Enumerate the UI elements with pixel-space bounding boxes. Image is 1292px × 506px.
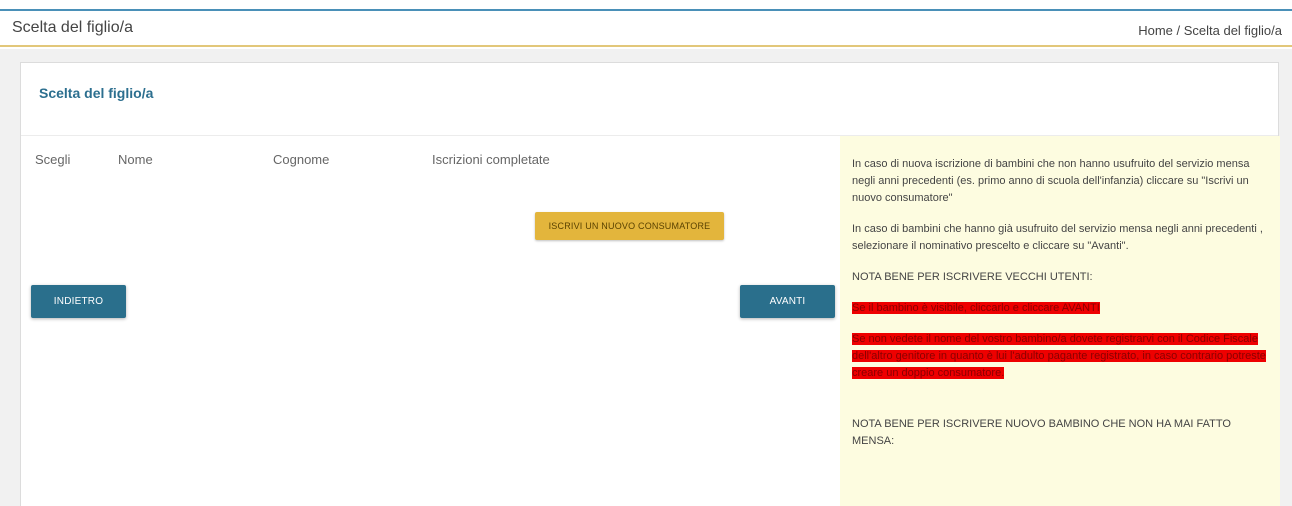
add-new-consumer-button[interactable]: ISCRIVI UN NUOVO CONSUMATORE — [535, 212, 724, 240]
warning-other-parent: Se non vedete il nome del vostro bambino… — [852, 333, 1266, 379]
info-paragraph-returning: In caso di bambini che hanno già usufrui… — [852, 223, 1263, 252]
child-selection-panel: Scelta del figlio/a Scegli Nome Cognome … — [20, 62, 1280, 506]
note-new-child-heading: NOTA BENE PER ISCRIVERE NUOVO BAMBINO CH… — [852, 418, 1231, 447]
page-header: Scelta del figlio/a Home / Scelta del fi… — [0, 11, 1292, 47]
column-header-choose: Scegli — [35, 152, 71, 167]
next-button[interactable]: AVANTI — [740, 285, 835, 318]
panel-header: Scelta del figlio/a — [21, 63, 1278, 136]
back-button[interactable]: INDIETRO — [31, 285, 126, 318]
breadcrumb[interactable]: Home / Scelta del figlio/a — [1138, 23, 1282, 38]
panel-title: Scelta del figlio/a — [39, 85, 154, 101]
column-header-completed: Iscrizioni completate — [432, 152, 550, 167]
info-paragraph-new: In caso di nuova iscrizione di bambini c… — [852, 158, 1250, 204]
page-title: Scelta del figlio/a — [12, 19, 133, 36]
info-note-box: In caso di nuova iscrizione di bambini c… — [840, 136, 1280, 506]
column-header-surname: Cognome — [273, 152, 330, 167]
column-header-name: Nome — [118, 152, 153, 167]
note-old-users-heading: NOTA BENE PER ISCRIVERE VECCHI UTENTI: — [852, 271, 1093, 283]
warning-visible-child: Se il bambino è visibile, cliccarlo e cl… — [852, 302, 1100, 314]
